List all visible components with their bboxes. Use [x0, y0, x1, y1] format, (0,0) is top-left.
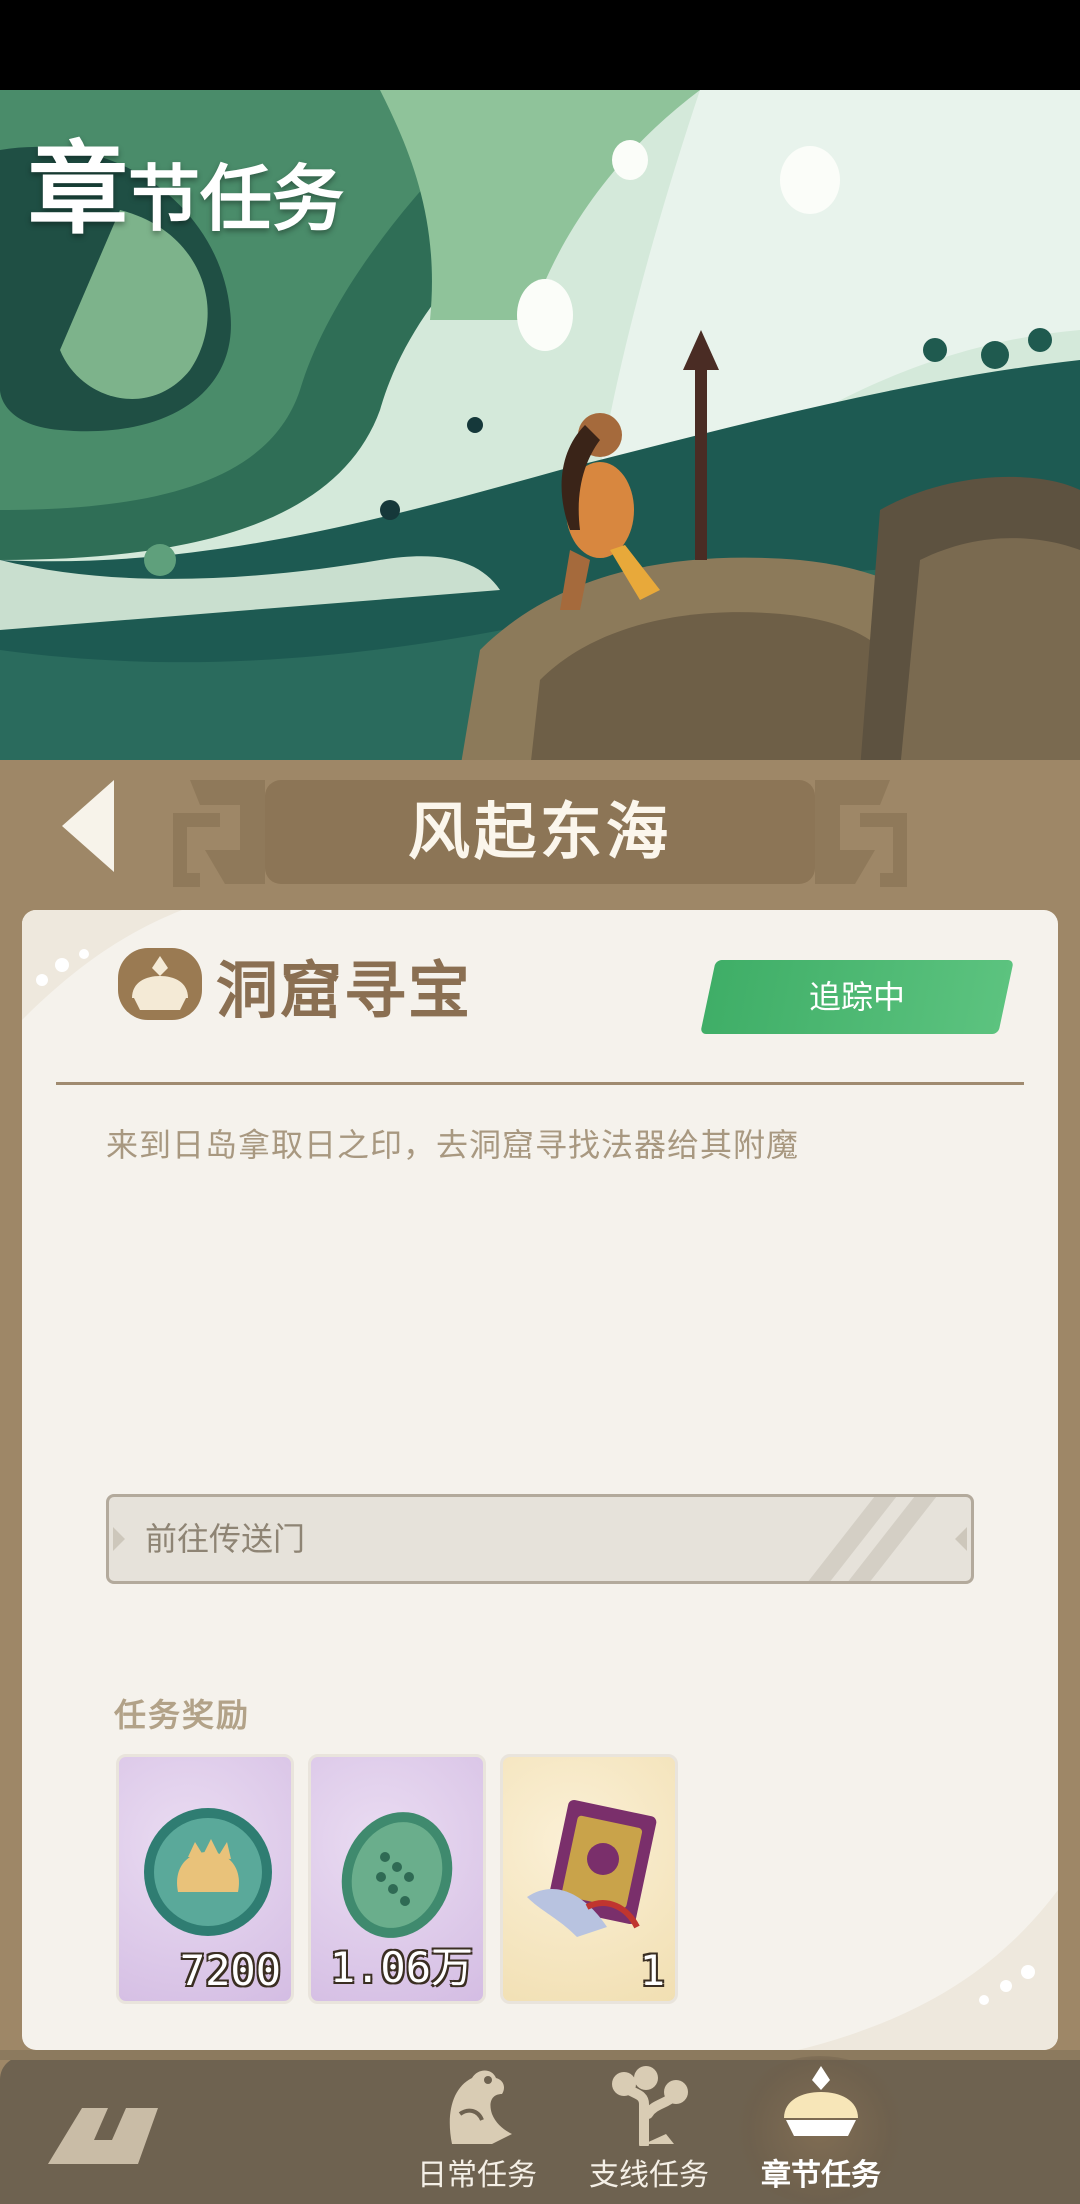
card-divider	[56, 1082, 1024, 1085]
chapter-crown-icon	[784, 2066, 858, 2136]
jade-token-icon	[341, 1812, 453, 1938]
goto-portal-button[interactable]: 前往传送门	[106, 1494, 974, 1584]
tab-daily-tasks-label: 日常任务	[417, 2158, 537, 2193]
tracking-status-label: 追踪中	[808, 978, 905, 1016]
back-button[interactable]	[62, 780, 122, 872]
tab-daily-tasks[interactable]: 日常任务	[402, 2064, 552, 2204]
quest-log-icon[interactable]	[48, 2100, 168, 2170]
reward-count: 1	[639, 1946, 665, 1995]
status-bar	[0, 0, 1080, 90]
chevron-left-icon	[113, 1527, 125, 1551]
chapter-banner: 章节任务	[0, 90, 1080, 770]
chevron-right-icon	[955, 1527, 967, 1551]
reward-count: 7200	[179, 1946, 281, 1995]
card-bottom-decoration	[798, 1890, 1058, 2050]
reward-item[interactable]: 7200	[116, 1754, 294, 2004]
reward-item[interactable]: 1	[500, 1754, 678, 2004]
goto-portal-label: 前往传送门	[145, 1520, 306, 1558]
tab-side-tasks[interactable]: 支线任务	[574, 2064, 724, 2204]
reward-count: 1.06万	[329, 1943, 473, 1992]
scroll-book-icon	[527, 1799, 657, 1937]
bird-icon	[449, 2070, 512, 2144]
chapter-title: 风起东海	[407, 795, 672, 868]
task-description: 来到日岛拿取日之印，去洞窟寻找法器给其附魔	[106, 1126, 800, 1164]
branch-icon	[612, 2066, 688, 2146]
tab-side-tasks-label: 支线任务	[589, 2158, 709, 2193]
reward-section-title: 任务奖励	[114, 1696, 251, 1734]
banner-title: 章节任务	[28, 131, 345, 248]
chapter-task-icon	[118, 948, 202, 1020]
back-arrow-icon	[62, 780, 114, 872]
tracking-status-badge[interactable]: 追踪中	[700, 960, 1014, 1034]
tab-chapter-tasks[interactable]: 章节任务	[746, 2064, 896, 2204]
task-title: 洞窟寻宝	[216, 954, 473, 1027]
tab-chapter-tasks-label: 章节任务	[761, 2158, 881, 2193]
jade-coin-icon	[144, 1808, 272, 1936]
reward-item[interactable]: 1.06万	[308, 1754, 486, 2004]
